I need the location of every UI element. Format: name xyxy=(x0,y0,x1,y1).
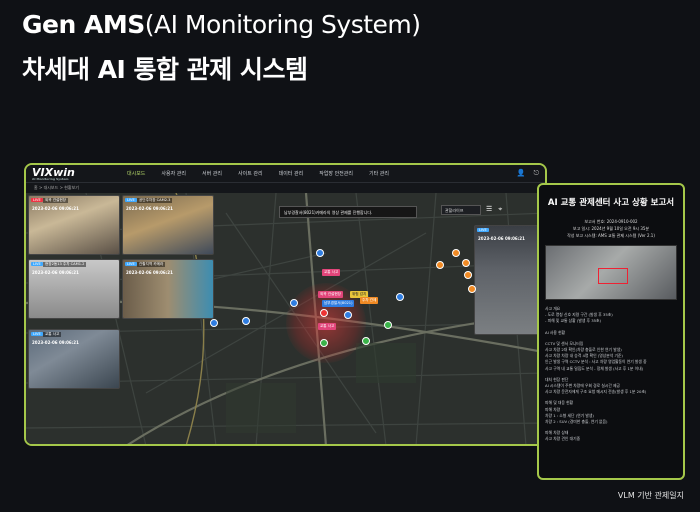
camera-name: 교통 사고 xyxy=(43,332,62,337)
nav-item-0[interactable]: 대시보드 xyxy=(120,168,152,179)
map-view[interactable]: LIVE 외곽 건설현장 2023-02-06 09:06:21 LIVE 공단… xyxy=(26,193,545,444)
report-body: 사고 개요 - 도로 명칭 신호 지령 구간 (발생 후 35초) - 피해 및 교… xyxy=(545,306,677,443)
camera-tile-2[interactable]: LIVE 공단주차장 CAM2.3 2023-02-06 09:06:21 xyxy=(122,195,214,255)
camera-time: 2023-02-06 09:06:21 xyxy=(478,236,525,241)
camera-tile-1[interactable]: LIVE 외곽 건설현장 2023-02-06 09:06:21 xyxy=(28,195,120,255)
report-meta: 보고서 번호: 2024-0910-002 보고 일시: 2024년 9월 10… xyxy=(545,218,677,239)
camera-marker[interactable] xyxy=(242,317,250,325)
report-section: AI 사용 현황 xyxy=(545,330,677,336)
map-label: 교통 사고 xyxy=(318,323,337,330)
report-datetime: 보고 일시: 2024년 9월 10일 오전 9시 35분 xyxy=(572,226,650,231)
camera-time: 2023-02-06 09:06:21 xyxy=(32,270,79,275)
report-section: 대처 현장 판단 AI 시스템이 주변 차량에 우회 경로 실시간 제공 사고 차량… xyxy=(545,377,677,396)
camera-time: 2023-02-06 09:06:21 xyxy=(126,206,173,211)
event-marker[interactable] xyxy=(462,259,470,267)
camera-name: 관할지역 카메라 xyxy=(137,262,166,267)
safety-marker[interactable] xyxy=(320,339,328,347)
app-window: VIXwin AI Monitoring System 대시보드 사용자 관리 서버… xyxy=(24,163,547,446)
camera-marker[interactable] xyxy=(396,293,404,301)
camera-marker[interactable] xyxy=(344,311,352,319)
camera-tile-5[interactable]: LIVE 교통 사고 2023-02-06 09:06:21 xyxy=(28,329,120,389)
live-badge: LIVE xyxy=(125,262,137,266)
event-marker[interactable] xyxy=(436,261,444,269)
nav-item-5[interactable]: 작업장 안전관리 xyxy=(312,168,360,179)
nav-item-1[interactable]: 사용자 관리 xyxy=(154,168,193,179)
safety-marker[interactable] xyxy=(384,321,392,329)
report-system: 작성 보고 시스템: AMS 교통 관제 시스템 (Ver 2.1) xyxy=(567,233,655,238)
camera-tile-4[interactable]: LIVE 관할지역 카메라 2023-02-06 09:06:21 xyxy=(122,259,214,319)
report-line: 사고 차량 견인 대기중 xyxy=(545,436,581,442)
report-line: 사고 차량 운전자에게 구조 요청 메시지 전송(발생 후 1분 20초) xyxy=(545,389,647,395)
location-icon[interactable]: ⌖ xyxy=(498,205,502,214)
camera-name: 공단주차장 CAM2.3 xyxy=(137,198,173,203)
hero-title-thin: (AI Monitoring System) xyxy=(144,10,421,39)
list-icon[interactable]: ☰ xyxy=(486,205,492,214)
live-badge: LIVE xyxy=(31,262,43,266)
report-line: 사고 구역 내 교통 밀집도 분석 - 정체 발생 (사고 후 1분 이내) xyxy=(545,365,644,371)
live-badge: LIVE xyxy=(31,198,43,202)
camera-tile-3[interactable]: LIVE 현장2동13 주차 CAM1.2 2023-02-06 09:06:2… xyxy=(28,259,120,319)
event-marker[interactable] xyxy=(452,249,460,257)
camera-name: 외곽 건설현장 xyxy=(43,198,68,203)
nav-item-6[interactable]: 기타 관리 xyxy=(362,168,396,179)
camera-marker[interactable] xyxy=(316,249,324,257)
logout-icon[interactable]: ⎋ xyxy=(533,169,539,178)
report-title: AI 교통 관제센터 사고 상황 보고서 xyxy=(547,198,675,208)
nav-item-2[interactable]: 서버 관리 xyxy=(195,168,229,179)
hero-title-bold: Gen AMS xyxy=(22,10,145,39)
hero-title: Gen AMS(AI Monitoring System) xyxy=(22,10,421,39)
safety-marker[interactable] xyxy=(362,337,370,345)
camera-time: 2023-02-06 09:06:21 xyxy=(126,270,173,275)
report-section: 피해 차량 상태 사고 차량 견인 대기중 xyxy=(545,430,677,442)
event-marker[interactable] xyxy=(468,285,476,293)
map-tools: ☰ ⌖ xyxy=(486,205,502,214)
report-line: - 피해 및 교통 상황 (발생 후 35초) xyxy=(545,318,602,324)
report-snapshot xyxy=(545,245,677,300)
camera-name: 현장2동13 주차 CAM1.2 xyxy=(43,262,87,267)
live-badge: LIVE xyxy=(125,198,137,202)
report-section: 사고 개요 - 도로 명칭 신호 지령 구간 (발생 후 35초) - 피해 및 교… xyxy=(545,306,677,325)
report-line: 차량 2 : SUV (경미한 충돌, 연기 없음) xyxy=(545,419,608,425)
map-label: 외곽 건설현장 xyxy=(318,291,343,298)
camera-time: 2023-02-06 09:06:21 xyxy=(32,340,79,345)
hero-subtitle: 차세대 AI 통합 관제 시스템 xyxy=(22,55,308,84)
logo-subtext: AI Monitoring System xyxy=(32,177,69,181)
top-navigation: VIXwin AI Monitoring System 대시보드 사용자 관리 서버… xyxy=(26,165,545,183)
live-badge: LIVE xyxy=(477,228,489,232)
nav-item-4[interactable]: 데이터 관리 xyxy=(272,168,311,179)
live-badge: LIVE xyxy=(31,332,43,336)
footer-caption: VLM 기반 관제일지 xyxy=(617,491,684,500)
detection-box xyxy=(598,268,628,284)
incident-marker[interactable] xyxy=(320,309,328,317)
event-marker[interactable] xyxy=(464,271,472,279)
nav-menu: 대시보드 사용자 관리 서버 관리 사이트 관리 데이터 관리 작업장 안전관리 기타 관리 xyxy=(120,168,517,179)
user-icon[interactable]: 👤 xyxy=(517,169,526,178)
camera-time: 2023-02-06 09:06:21 xyxy=(32,206,79,211)
report-section: CCTV 및 센서 모니터링 사고 차량 2대 확인(차량 충돌로 인한 연기 발… xyxy=(545,341,677,372)
camera-marker[interactable] xyxy=(290,299,298,307)
camera-marker[interactable] xyxy=(210,319,218,327)
map-label: 남부경찰서(8021) xyxy=(322,300,355,307)
incident-report-panel: AI 교통 관제센터 사고 상황 보고서 보고서 번호: 2024-0910-0… xyxy=(537,183,685,480)
breadcrumb: 홈 > 대시보드 > 현황보기 xyxy=(26,183,545,193)
app-logo[interactable]: VIXwin AI Monitoring System xyxy=(32,166,120,181)
nav-item-3[interactable]: 사이트 관리 xyxy=(231,168,270,179)
report-section-head: AI 사용 현황 xyxy=(545,329,566,335)
notice-banner: 남부경찰서(8021)카메라의 영상 관제를 진행합니다. xyxy=(279,206,417,218)
top-icons: 👤 ⎋ xyxy=(517,169,539,178)
map-label: 교통 사고 xyxy=(322,269,341,276)
report-section: 피해 및 대응 현황 피해 차량 차량 1 : 소형 세단 (연기 발생) 차량 2 … xyxy=(545,400,677,425)
region-select[interactable]: 관할라이프 xyxy=(441,205,481,215)
map-label: 주차 관제 xyxy=(360,297,379,304)
camera-tile-6[interactable]: LIVE 2023-02-06 09:06:21 xyxy=(474,225,545,335)
report-number: 보고서 번호: 2024-0910-002 xyxy=(584,219,638,224)
